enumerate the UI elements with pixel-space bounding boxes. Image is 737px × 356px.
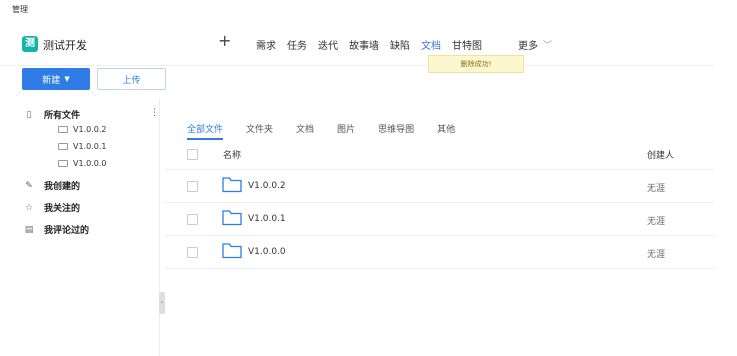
admin-label[interactable]: 管理 (12, 4, 28, 15)
file-name[interactable]: V1.0.0.1 (248, 214, 286, 224)
main-nav: 需求 任务 迭代 故事墙 缺陷 文档 甘特图 (256, 37, 493, 52)
file-table: 名称 创建人 V1.0.0.2 无涯 V1.0.0.1 无涯 V1.0.0.0 … (165, 138, 714, 269)
nav-item-requirements[interactable]: 需求 (256, 37, 276, 52)
success-toast: 删除成功! (428, 55, 524, 73)
folder-icon (58, 160, 68, 167)
files-icon: ▯ (26, 109, 32, 120)
row-checkbox[interactable] (187, 247, 198, 258)
star-icon: ☆ (24, 202, 34, 213)
file-name[interactable]: V1.0.0.0 (248, 247, 286, 257)
table-row[interactable]: V1.0.0.1 无涯 (165, 203, 714, 236)
row-checkbox[interactable] (187, 214, 198, 225)
comment-icon: ▤ (24, 224, 34, 235)
nav-item-tasks[interactable]: 任务 (287, 37, 307, 52)
nav-more[interactable]: 更多 ﹀ (518, 37, 552, 52)
sidebar-item-label: 所有文件 (44, 111, 81, 121)
sidebar-item-label: 我评论过的 (44, 226, 90, 236)
sidebar-folder-v1002[interactable]: V1.0.0.2 (58, 125, 106, 134)
sidebar-folder-label: V1.0.0.1 (73, 142, 107, 151)
sidebar-item-created-by-me[interactable]: ✎ 我创建的 (24, 179, 81, 193)
admin-strip: 管理 (0, 0, 737, 18)
sidebar: ▯ 所有文件 ⋮ V1.0.0.2 V1.0.0.1 V1.0.0.0 ✎ 我创… (0, 98, 160, 356)
nav-item-story-wall[interactable]: 故事墙 (349, 37, 379, 52)
folder-icon (222, 210, 242, 226)
row-checkbox[interactable] (187, 181, 198, 192)
file-creator: 无涯 (647, 184, 666, 194)
more-options-icon[interactable]: ⋮ (150, 108, 159, 118)
sidebar-item-all-files[interactable]: ▯ 所有文件 (24, 108, 81, 122)
sidebar-item-label: 我创建的 (44, 182, 81, 192)
nav-item-defects[interactable]: 缺陷 (390, 37, 410, 52)
column-header-creator[interactable]: 创建人 (647, 148, 674, 161)
nav-item-docs[interactable]: 文档 (421, 37, 441, 52)
add-icon[interactable]: + (218, 31, 231, 51)
file-creator: 无涯 (647, 250, 666, 260)
new-button-label: 新建 (42, 75, 61, 86)
nav-item-gantt[interactable]: 甘特图 (452, 37, 482, 52)
select-all-checkbox[interactable] (187, 149, 198, 160)
main-content: 全部文件 文件夹 文档 图片 思维导图 其他 名称 创建人 V1.0.0.2 无… (165, 98, 714, 356)
sidebar-item-label: 我关注的 (44, 204, 81, 214)
table-row[interactable]: V1.0.0.0 无涯 (165, 236, 714, 269)
project-logo-icon: 测 (22, 36, 38, 52)
upload-button[interactable]: 上传 (97, 68, 166, 90)
page: 管理 测 测试开发 + 需求 任务 迭代 故事墙 缺陷 文档 甘特图 更多 ﹀ … (0, 0, 737, 356)
table-header-row: 名称 创建人 (165, 138, 714, 170)
top-header: 测 测试开发 + 需求 任务 迭代 故事墙 缺陷 文档 甘特图 更多 ﹀ (0, 18, 714, 66)
edit-doc-icon: ✎ (25, 180, 33, 191)
caret-down-icon: ▼ (64, 75, 70, 83)
folder-icon (222, 177, 242, 193)
nav-more-label: 更多 (518, 41, 538, 52)
folder-icon (222, 243, 242, 259)
sidebar-folder-v1001[interactable]: V1.0.0.1 (58, 142, 106, 151)
sidebar-folder-label: V1.0.0.2 (73, 125, 107, 134)
chevron-down-icon: ﹀ (543, 41, 553, 51)
sidebar-item-commented[interactable]: ▤ 我评论过的 (24, 223, 90, 237)
sidebar-folder-label: V1.0.0.0 (73, 159, 107, 168)
table-row[interactable]: V1.0.0.2 无涯 (165, 170, 714, 203)
folder-icon (58, 126, 68, 133)
sidebar-folder-v1000[interactable]: V1.0.0.0 (58, 159, 106, 168)
project-name[interactable]: 测试开发 (43, 37, 87, 53)
column-header-name[interactable]: 名称 (223, 148, 241, 161)
file-creator: 无涯 (647, 217, 666, 227)
sidebar-item-followed[interactable]: ☆ 我关注的 (24, 201, 81, 215)
folder-icon (58, 143, 68, 150)
file-name[interactable]: V1.0.0.2 (248, 181, 286, 191)
nav-item-iterations[interactable]: 迭代 (318, 37, 338, 52)
new-button[interactable]: 新建 ▼ (22, 68, 90, 90)
